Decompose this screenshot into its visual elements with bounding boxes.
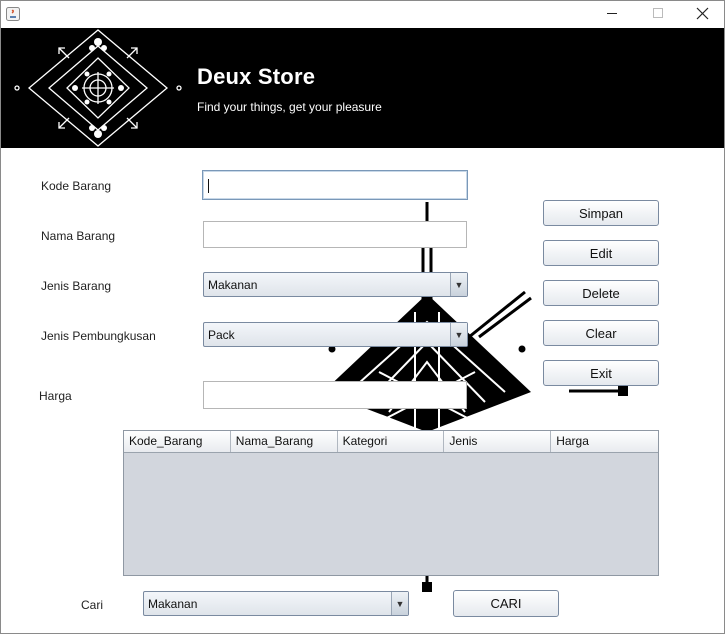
java-app-icon <box>6 7 20 21</box>
harga-label: Harga <box>39 389 72 403</box>
jenis-barang-value: Makanan <box>208 278 258 292</box>
jenis-pembungkusan-label: Jenis Pembungkusan <box>41 329 156 343</box>
maximize-icon <box>652 7 664 22</box>
store-logo <box>9 28 187 148</box>
main-form-area: Kode Barang Nama Barang Jenis Barang Jen… <box>1 148 724 633</box>
chevron-down-icon: ▼ <box>450 273 467 296</box>
cari-value: Makanan <box>148 597 198 611</box>
column-header-harga[interactable]: Harga <box>551 431 658 452</box>
column-header-kategori[interactable]: Kategori <box>338 431 445 452</box>
close-button[interactable] <box>679 1 724 28</box>
minimize-button[interactable] <box>589 1 635 28</box>
maximize-button[interactable] <box>635 1 681 28</box>
text-caret <box>208 179 209 193</box>
app-window: Deux Store Find your things, get your pl… <box>0 0 725 634</box>
barang-table[interactable]: Kode_Barang Nama_Barang Kategori Jenis H… <box>123 430 659 576</box>
nama-barang-input[interactable] <box>203 221 467 248</box>
store-subtitle: Find your things, get your pleasure <box>197 100 382 114</box>
jenis-pembungkusan-value: Pack <box>208 328 235 342</box>
nama-barang-label: Nama Barang <box>41 229 116 243</box>
chevron-down-icon: ▼ <box>391 592 408 615</box>
title-bar[interactable] <box>1 1 724 28</box>
chevron-down-icon: ▼ <box>450 323 467 346</box>
clear-button[interactable]: Clear <box>543 320 659 346</box>
column-header-kode-barang[interactable]: Kode_Barang <box>124 431 231 452</box>
kode-barang-input[interactable] <box>202 170 468 200</box>
jenis-pembungkusan-select[interactable]: Pack ▼ <box>203 322 468 347</box>
harga-input[interactable] <box>203 381 467 409</box>
kode-barang-label: Kode Barang <box>41 179 112 193</box>
cari-select[interactable]: Makanan ▼ <box>143 591 409 616</box>
column-header-nama-barang[interactable]: Nama_Barang <box>231 431 338 452</box>
exit-button[interactable]: Exit <box>543 360 659 386</box>
jenis-barang-select[interactable]: Makanan ▼ <box>203 272 468 297</box>
column-header-jenis[interactable]: Jenis <box>444 431 552 452</box>
store-title: Deux Store <box>197 64 316 89</box>
jenis-barang-label: Jenis Barang <box>41 279 112 293</box>
cari-label: Cari <box>81 598 104 612</box>
minimize-icon <box>606 7 618 22</box>
cari-button[interactable]: CARI <box>453 590 559 617</box>
table-header: Kode_Barang Nama_Barang Kategori Jenis H… <box>124 431 658 453</box>
delete-button[interactable]: Delete <box>543 280 659 306</box>
close-icon <box>696 7 709 23</box>
header-banner: Deux Store Find your things, get your pl… <box>1 28 724 148</box>
edit-button[interactable]: Edit <box>543 240 659 266</box>
simpan-button[interactable]: Simpan <box>543 200 659 226</box>
